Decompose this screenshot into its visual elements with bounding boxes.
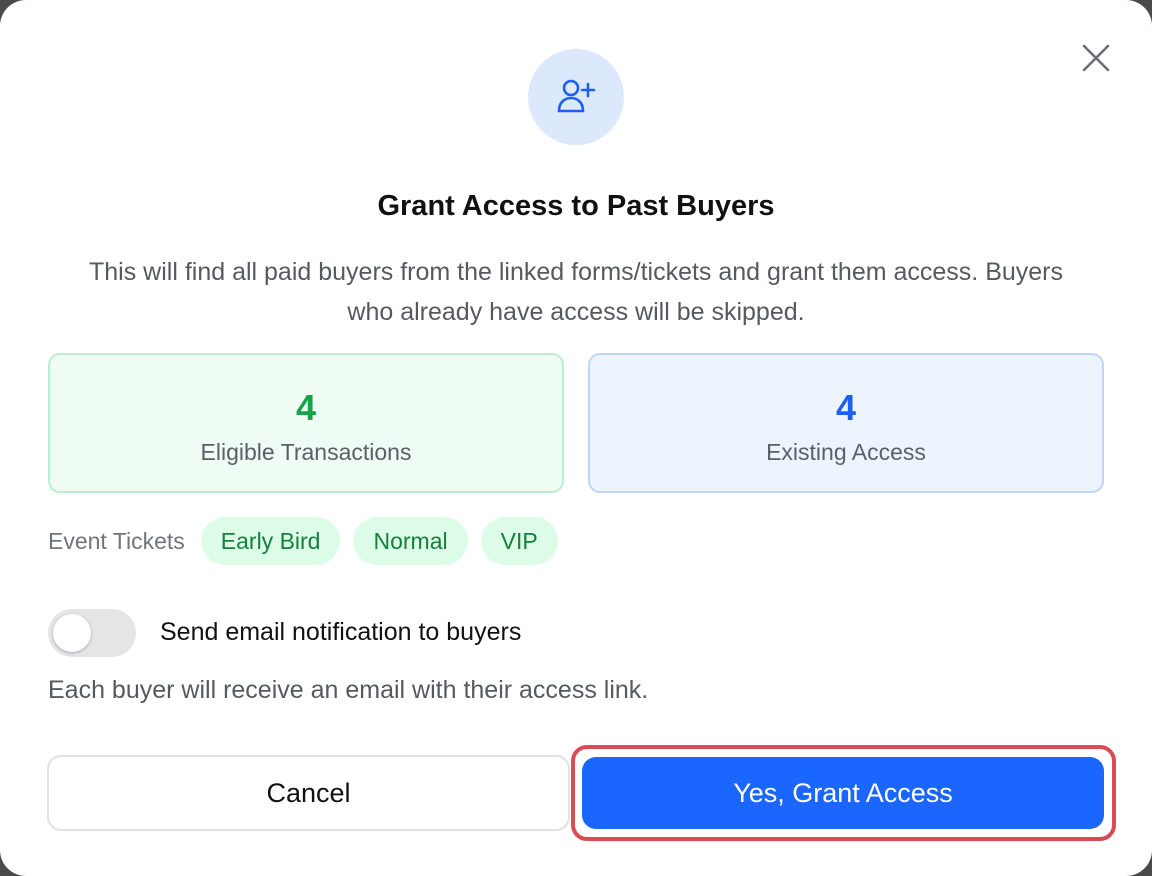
event-tickets-label: Event Tickets bbox=[48, 527, 185, 554]
cancel-button[interactable]: Cancel bbox=[47, 755, 570, 831]
dialog-description: This will find all paid buyers from the … bbox=[88, 258, 1063, 326]
eligible-transactions-card: 4 Eligible Transactions bbox=[48, 353, 564, 493]
ticket-chip-vip: VIP bbox=[480, 517, 558, 565]
ticket-chip-early-bird: Early Bird bbox=[200, 517, 341, 565]
close-button[interactable] bbox=[1076, 38, 1116, 78]
eligible-count: 4 bbox=[295, 387, 317, 428]
grant-access-dialog: Grant Access to Past Buyers This will fi… bbox=[0, 0, 1152, 876]
toggle-knob bbox=[53, 614, 91, 652]
grant-access-button[interactable]: Yes, Grant Access bbox=[582, 757, 1104, 829]
event-tickets-row: Event Tickets Early Bird Normal VIP bbox=[48, 517, 571, 565]
header-icon-badge bbox=[528, 49, 624, 145]
email-notification-toggle[interactable] bbox=[48, 609, 136, 657]
dialog-title: Grant Access to Past Buyers bbox=[377, 190, 775, 222]
email-notification-help: Each buyer will receive an email with th… bbox=[48, 676, 649, 704]
user-plus-icon bbox=[557, 79, 596, 113]
existing-access-card: 4 Existing Access bbox=[588, 353, 1104, 493]
existing-label: Existing Access bbox=[766, 439, 926, 465]
eligible-label: Eligible Transactions bbox=[200, 439, 412, 465]
close-icon bbox=[1082, 44, 1110, 72]
existing-count: 4 bbox=[835, 387, 857, 428]
email-notification-label: Send email notification to buyers bbox=[160, 618, 522, 646]
ticket-chip-normal: Normal bbox=[353, 517, 468, 565]
